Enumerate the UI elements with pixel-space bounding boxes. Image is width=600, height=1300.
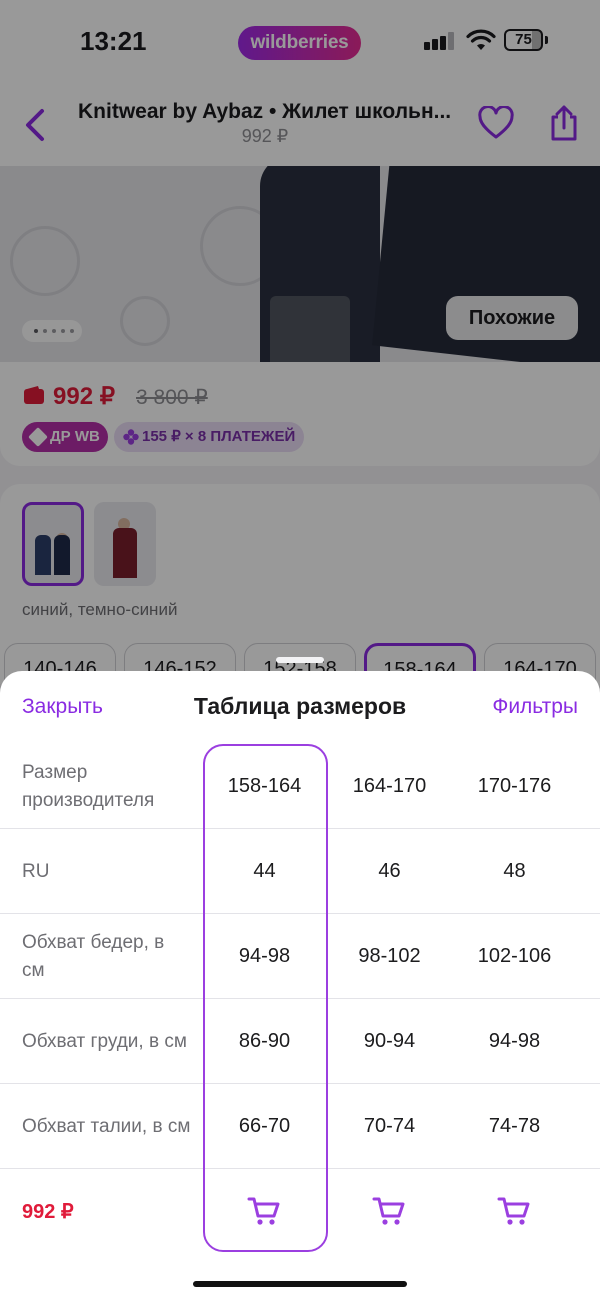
size-table-sheet: Закрыть Таблица размеров Фильтры Размер … — [0, 671, 600, 1300]
table-cell[interactable]: 74-78 — [452, 1084, 577, 1169]
table-cell[interactable]: 94-98 — [202, 914, 327, 999]
table-row-ru: RU 44 46 48 — [0, 829, 600, 914]
table-cell[interactable]: 70-74 — [327, 1084, 452, 1169]
table-cell[interactable]: 46 — [327, 829, 452, 914]
add-to-cart-button[interactable] — [492, 1189, 536, 1233]
table-cell[interactable]: 158-164 — [202, 744, 327, 829]
table-cell[interactable]: 44 — [202, 829, 327, 914]
table-cell[interactable]: 48 — [452, 829, 577, 914]
home-indicator[interactable] — [193, 1281, 407, 1287]
table-cell[interactable]: 90-94 — [327, 999, 452, 1084]
table-cell[interactable]: 86-90 — [202, 999, 327, 1084]
row-label: Обхват бедер, в см — [22, 931, 165, 981]
row-label: Размер производителя — [22, 761, 155, 811]
table-cell[interactable]: 102-106 — [452, 914, 577, 999]
cart-icon — [497, 1197, 530, 1225]
table-row-price: 992 ₽ — [0, 1169, 600, 1254]
filters-button[interactable]: Фильтры — [492, 695, 578, 719]
row-label: Обхват талии, в см — [22, 1115, 191, 1137]
sheet-grabber[interactable] — [276, 657, 324, 663]
row-price: 992 ₽ — [22, 1201, 74, 1223]
add-to-cart-button[interactable] — [367, 1189, 411, 1233]
table-row-hips: Обхват бедер, в см 94-98 98-102 102-106 — [0, 914, 600, 999]
table-row-waist: Обхват талии, в см 66-70 70-74 74-78 — [0, 1084, 600, 1169]
table-cell[interactable]: 66-70 — [202, 1084, 327, 1169]
add-to-cart-button[interactable] — [242, 1189, 286, 1233]
row-label: Обхват груди, в см — [22, 1030, 187, 1052]
table-cell[interactable]: 94-98 — [452, 999, 577, 1084]
table-row-chest: Обхват груди, в см 86-90 90-94 94-98 — [0, 999, 600, 1084]
table-cell[interactable]: 98-102 — [327, 914, 452, 999]
row-label: RU — [22, 860, 50, 882]
table-cell[interactable]: 170-176 — [452, 744, 577, 829]
cart-icon — [247, 1197, 280, 1225]
cart-icon — [372, 1197, 405, 1225]
table-cell[interactable]: 164-170 — [327, 744, 452, 829]
table-row-manufacturer-size: Размер производителя 158-164 164-170 170… — [0, 744, 600, 829]
